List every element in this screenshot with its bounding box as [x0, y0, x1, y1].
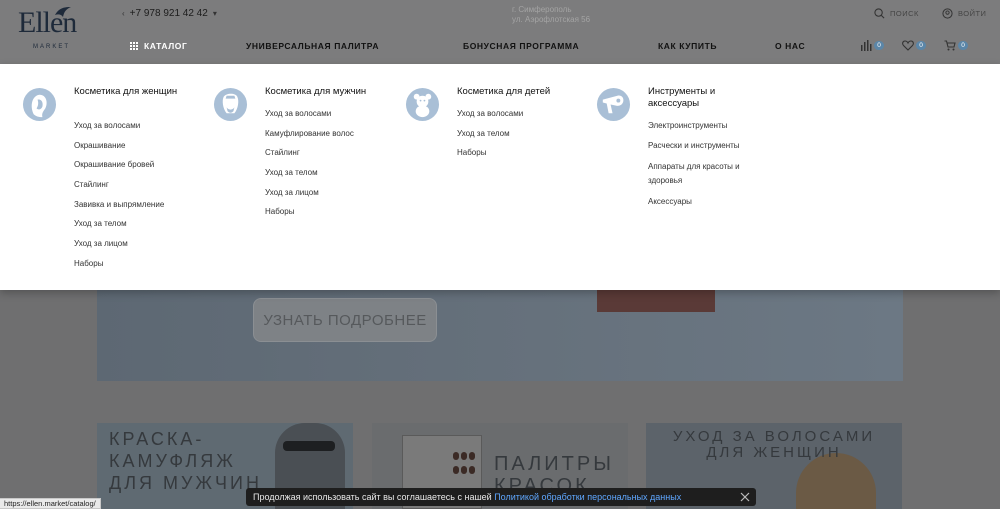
cookie-text: Продолжая использовать сайт вы соглашает… — [253, 492, 495, 502]
menu-link[interactable]: Уход за телом — [457, 129, 523, 139]
site-header: Ellen MARKET ‹ +7 978 921 42 42 ▾ г. Сим… — [0, 0, 1000, 64]
menu-link[interactable]: Уход за телом — [265, 168, 354, 178]
compare-button[interactable]: 0 — [860, 40, 884, 51]
menu-link[interactable]: Уход за волосами — [457, 109, 523, 119]
store-address: г. Симферополь ул. Аэрофлотская 56 — [512, 5, 590, 25]
grid-icon — [130, 42, 138, 50]
cart-count-badge: 0 — [958, 41, 968, 50]
search-label: ПОИСК — [890, 9, 919, 18]
menu-link[interactable]: Окрашивание — [74, 141, 164, 151]
search-button[interactable]: ПОИСК — [874, 8, 919, 19]
favorites-count-badge: 0 — [916, 41, 926, 50]
menu-link[interactable]: Уход за волосами — [74, 121, 164, 131]
menu-link[interactable]: Наборы — [74, 259, 164, 269]
menu-links-women: Уход за волосами Окрашивание Окрашивание… — [74, 121, 164, 279]
teddy-bear-icon — [405, 87, 440, 122]
browser-status-url: https://ellen.market/catalog/ — [0, 498, 101, 509]
menu-links-tools: Электроинструменты Расчески и инструмент… — [648, 121, 758, 217]
menu-link[interactable]: Аксессуары — [648, 197, 758, 207]
cookie-notice: Продолжая использовать сайт вы соглашает… — [246, 488, 756, 506]
chevron-left-icon: ‹ — [122, 9, 125, 18]
menu-link[interactable]: Стайлинг — [74, 180, 164, 190]
menu-link[interactable]: Уход за волосами — [265, 109, 354, 119]
phone-text: +7 978 921 42 42 — [129, 8, 208, 19]
tile-title: УХОД ЗА ВОЛОСАМИ ДЛЯ ЖЕНЩИН — [672, 428, 876, 461]
nav-about[interactable]: О НАС — [775, 41, 805, 51]
chevron-down-icon: ▾ — [212, 9, 217, 18]
phone-number[interactable]: ‹ +7 978 921 42 42 ▾ — [122, 8, 217, 19]
catalog-dropdown: Косметика для женщин Уход за волосами Ок… — [0, 64, 1000, 290]
promo-banner: УЗНАТЬ ПОДРОБНЕЕ — [97, 290, 903, 381]
compare-count-badge: 0 — [874, 41, 884, 50]
menu-link[interactable]: Завивка и выпрямление — [74, 200, 164, 210]
privacy-policy-link[interactable]: Политикой обработки персональных данных — [494, 492, 681, 502]
address-street: ул. Аэрофлотская 56 — [512, 15, 591, 24]
menu-link[interactable]: Камуфлирование волос — [265, 129, 354, 139]
menu-heading-tools[interactable]: Инструменты и аксессуары — [648, 86, 758, 110]
search-icon — [874, 8, 885, 19]
bird-icon — [55, 7, 71, 17]
hair-dryer-icon — [596, 87, 631, 122]
menu-link[interactable]: Стайлинг — [265, 148, 354, 158]
tile-image-woman-hair — [796, 453, 876, 509]
login-label: ВОЙТИ — [958, 9, 987, 18]
nav-bonus[interactable]: БОНУСНАЯ ПРОГРАММА — [463, 41, 579, 51]
header-actions: 0 0 0 — [860, 40, 968, 51]
menu-link[interactable]: Окрашивание бровей — [74, 160, 164, 170]
cart-button[interactable]: 0 — [944, 40, 968, 51]
menu-link[interactable]: Уход за телом — [74, 219, 164, 229]
banner-product-image — [597, 290, 715, 312]
menu-link[interactable]: Наборы — [457, 148, 523, 158]
menu-link[interactable]: Наборы — [265, 207, 354, 217]
user-icon — [942, 8, 953, 19]
menu-link[interactable]: Электроинструменты — [648, 121, 758, 131]
menu-heading-women[interactable]: Косметика для женщин — [74, 86, 204, 98]
menu-links-kids: Уход за волосами Уход за телом Наборы — [457, 109, 523, 168]
close-icon[interactable] — [740, 492, 750, 502]
tile-image-sunglasses — [283, 441, 335, 451]
main-navigation: КАТАЛОГ УНИВЕРСАЛЬНАЯ ПАЛИТРА БОНУСНАЯ П… — [0, 38, 1000, 56]
menu-links-men: Уход за волосами Камуфлирование волос Ст… — [265, 109, 354, 227]
menu-link[interactable]: Уход за лицом — [265, 188, 354, 198]
man-face-icon — [213, 87, 248, 122]
favorites-button[interactable]: 0 — [902, 40, 926, 51]
login-button[interactable]: ВОЙТИ — [942, 8, 986, 19]
heart-icon — [902, 40, 914, 51]
nav-palette[interactable]: УНИВЕРСАЛЬНАЯ ПАЛИТРА — [246, 41, 379, 51]
nav-how-to-buy[interactable]: КАК КУПИТЬ — [658, 41, 717, 51]
menu-link[interactable]: Уход за лицом — [74, 239, 164, 249]
learn-more-button[interactable]: УЗНАТЬ ПОДРОБНЕЕ — [253, 298, 437, 342]
address-city: г. Симферополь — [512, 5, 572, 14]
menu-link[interactable]: Расчески и инструменты — [648, 141, 758, 151]
menu-heading-kids[interactable]: Косметика для детей — [457, 86, 597, 98]
woman-face-icon — [22, 87, 57, 122]
nav-catalog-label: КАТАЛОГ — [144, 41, 188, 51]
cart-icon — [944, 40, 956, 51]
tile-title: КРАСКА-КАМУФЛЯЖ ДЛЯ МУЖЧИН — [109, 429, 262, 493]
nav-catalog[interactable]: КАТАЛОГ — [130, 41, 187, 51]
compare-icon — [861, 40, 872, 51]
menu-link[interactable]: Аппараты для красоты и здоровья — [648, 160, 758, 188]
menu-heading-men[interactable]: Косметика для мужчин — [265, 86, 405, 98]
